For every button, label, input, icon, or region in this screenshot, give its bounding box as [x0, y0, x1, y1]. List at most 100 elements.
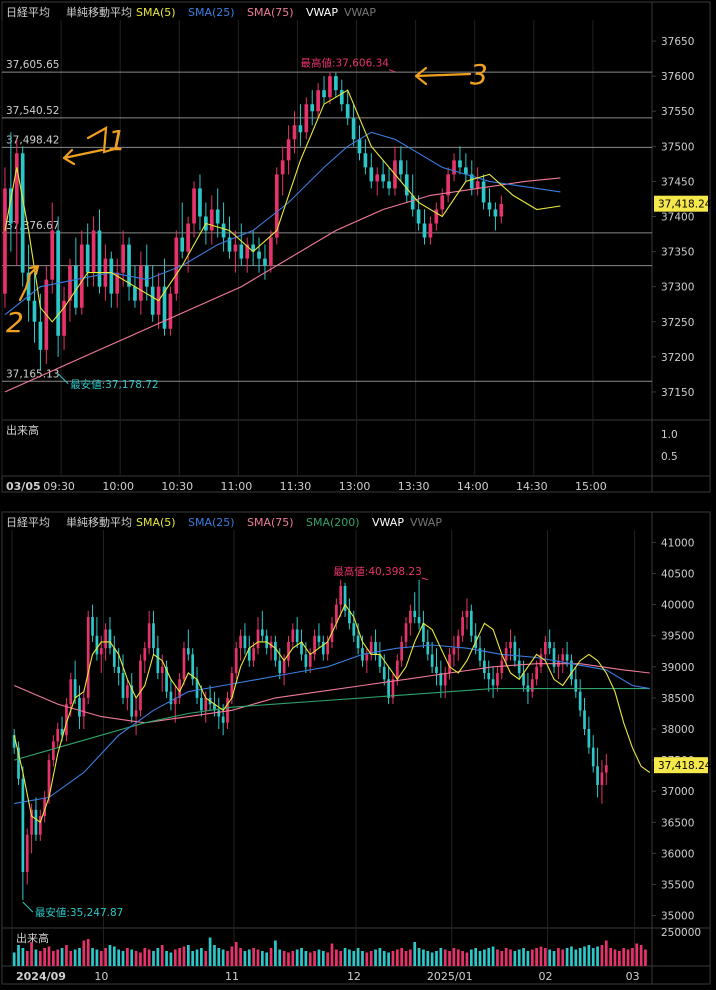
- volume-bar: [121, 951, 125, 966]
- candle-body: [583, 710, 586, 729]
- volume-bar: [287, 952, 290, 966]
- high-price-pointer: [421, 577, 428, 581]
- candle-body: [404, 623, 408, 642]
- volume-bar: [78, 948, 81, 966]
- candle-body: [186, 223, 190, 252]
- candle-body: [600, 772, 604, 785]
- volume-bar: [330, 943, 334, 966]
- volume-bar: [570, 946, 573, 966]
- legend-entry: SMA(25): [188, 6, 235, 19]
- chart-intraday: 03/05 09:30 10:00 10:30 11:00 11:30 13:00 13:30…: [1, 1, 712, 493]
- volume-bar: [38, 951, 42, 966]
- volume-tick-label: 250000: [661, 927, 701, 939]
- candle-body: [68, 265, 72, 301]
- volume-bar: [221, 949, 225, 966]
- candle-body: [85, 244, 90, 273]
- volume-bar: [108, 945, 112, 966]
- candle-body: [74, 265, 78, 308]
- candle-body: [263, 258, 267, 266]
- candle-body: [99, 648, 103, 655]
- candle-body: [217, 710, 221, 717]
- candle-body: [435, 666, 438, 674]
- candle-body: [587, 729, 591, 748]
- volume-bar: [56, 949, 60, 966]
- volume-bar: [391, 951, 395, 966]
- candle-body: [243, 635, 247, 649]
- volume-bar: [295, 949, 299, 966]
- candle-body: [50, 230, 55, 280]
- x-tick-label: 13:30: [398, 480, 430, 493]
- volume-tick-label: 0.5: [661, 451, 678, 463]
- low-price-label: 最安値:37,178.72: [70, 378, 158, 391]
- volume-bar: [134, 951, 138, 966]
- candle-body: [274, 641, 277, 661]
- volume-bar: [91, 948, 94, 966]
- candle-body: [351, 118, 356, 140]
- volume-bar: [60, 948, 64, 966]
- candle-body: [160, 666, 164, 674]
- sma5-line: [4, 89, 561, 323]
- x-tick-label: 12: [347, 970, 361, 983]
- volume-bar: [583, 946, 586, 966]
- candle-body: [345, 104, 350, 119]
- volume-bar: [439, 948, 443, 966]
- x-tick-label: 10:30: [161, 480, 193, 493]
- y-tick-label: 37450: [661, 176, 694, 188]
- candle-body: [95, 635, 99, 655]
- volume-bar: [169, 952, 173, 966]
- candle-body: [282, 660, 286, 674]
- volume-bar: [478, 951, 482, 966]
- volume-bar: [626, 949, 630, 966]
- candle-body: [143, 648, 147, 661]
- candle-body: [200, 697, 203, 711]
- candle-body: [34, 809, 38, 835]
- candle-body: [452, 648, 456, 655]
- volume-bar: [361, 951, 364, 966]
- candle-body: [317, 635, 321, 642]
- x-tick-label: 2024/09: [16, 970, 66, 983]
- reference-line-label: 37,376.67: [6, 220, 59, 232]
- candle-body: [252, 648, 255, 661]
- candle-body: [278, 660, 282, 674]
- legend-entry: SMA(75): [247, 6, 294, 19]
- candle-body: [198, 188, 202, 217]
- candle-body: [565, 654, 569, 661]
- candle-body: [209, 209, 214, 231]
- candle-body: [426, 641, 430, 655]
- high-price-label: 最高値:40,398.23: [333, 565, 421, 578]
- candle-body: [108, 629, 112, 649]
- y-tick-label: 37250: [661, 317, 694, 329]
- candle-body: [322, 90, 326, 98]
- legend-entry: SMA(5): [136, 516, 176, 529]
- volume-bar: [34, 949, 38, 966]
- volume-bar: [112, 946, 116, 966]
- candle-body: [257, 251, 261, 259]
- volume-bar: [308, 952, 312, 966]
- candle-body: [428, 223, 433, 238]
- low-price-pointer: [57, 373, 69, 385]
- volume-bar: [12, 952, 16, 966]
- volume-bar: [126, 948, 129, 966]
- y-tick-label: 38000: [661, 724, 694, 736]
- volume-bar: [517, 949, 521, 966]
- candle-body: [404, 174, 409, 196]
- high-price-pointer: [388, 69, 396, 73]
- candle-body: [443, 673, 447, 686]
- volume-bar: [448, 951, 451, 966]
- candle-body: [481, 181, 486, 203]
- volume-bar: [147, 949, 151, 966]
- volume-bar: [635, 943, 639, 966]
- y-tick-label: 37550: [661, 106, 694, 118]
- volume-bar: [469, 949, 473, 966]
- legend-entry: VWAP: [372, 516, 404, 529]
- candle-body: [295, 629, 299, 642]
- candle-body: [381, 174, 385, 182]
- volume-bar: [173, 949, 177, 966]
- candle-body: [543, 641, 547, 655]
- volume-bar: [504, 948, 508, 966]
- volume-bar: [565, 948, 569, 966]
- volume-bar: [509, 949, 512, 966]
- x-tick-label: 15:00: [575, 480, 607, 493]
- volume-bar: [530, 949, 534, 966]
- volume-bar: [487, 948, 491, 966]
